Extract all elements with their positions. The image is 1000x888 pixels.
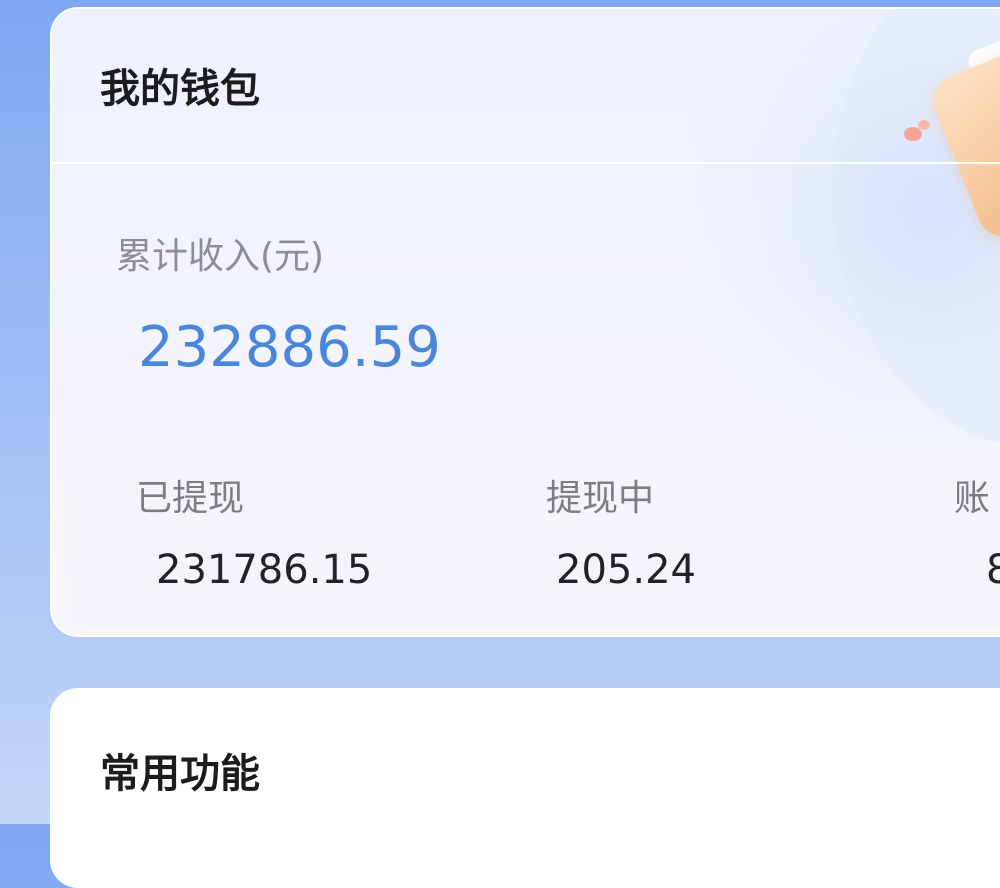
- stat-withdrawing-label: 提现中: [546, 478, 655, 519]
- common-functions-card: 常用功能: [50, 688, 1000, 888]
- stat-account-value: 8: [986, 546, 1000, 594]
- decor-dot: [918, 120, 930, 130]
- wallet-3d-icon: [892, 13, 1000, 254]
- stat-withdrawn-label: 已提现: [136, 478, 245, 519]
- wallet-title: 我的钱包: [100, 66, 260, 112]
- wallet-body-shape: [925, 33, 1000, 245]
- stat-withdrawing-value: 205.24: [556, 547, 696, 593]
- stats-panel: 已提现 231786.15 提现中 205.24 账 8: [66, 442, 1000, 628]
- divider: [52, 162, 1000, 164]
- total-income-label: 累计收入(元): [116, 236, 325, 277]
- total-income-value: 232886.59: [138, 315, 441, 380]
- wallet-card: 我的钱包 累计收入(元) 232886.59 已提现 231786.15 提现中…: [50, 7, 1000, 637]
- stat-withdrawn-value: 231786.15: [156, 547, 373, 593]
- decor-dot: [904, 127, 922, 141]
- common-functions-title: 常用功能: [100, 751, 260, 797]
- stat-account-label: 账: [954, 478, 991, 519]
